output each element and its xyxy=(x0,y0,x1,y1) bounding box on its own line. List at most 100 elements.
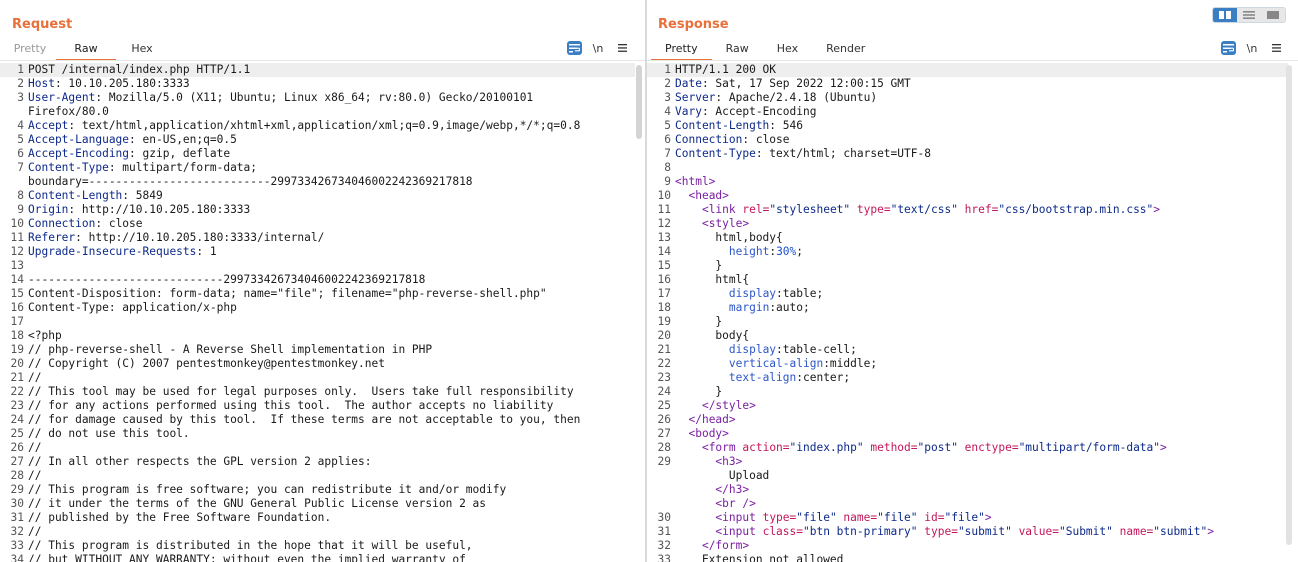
token: : close xyxy=(742,133,790,146)
request-line: 9 Origin: http://10.10.205.180:3333 xyxy=(0,203,635,217)
token: Extension not allowed xyxy=(675,553,844,562)
token: : text/html; charset=UTF-8 xyxy=(755,147,931,160)
token: <input xyxy=(715,525,763,538)
line-number: 18 xyxy=(657,301,671,314)
token: } xyxy=(675,315,723,328)
line-content: // published by the Free Software Founda… xyxy=(28,511,332,524)
line-number: 27 xyxy=(657,427,671,440)
request-line: 11 Referer: http://10.10.205.180:3333/int… xyxy=(0,231,635,245)
token: > xyxy=(1153,203,1161,216)
header-value: : close xyxy=(95,217,143,230)
request-tab-pretty[interactable]: Pretty xyxy=(4,38,56,61)
token: href= xyxy=(964,203,999,216)
request-tab-raw[interactable]: Raw xyxy=(56,38,116,61)
newline-toggle-button[interactable]: \n xyxy=(1244,40,1260,56)
response-line: 25 </style> xyxy=(647,399,1288,413)
line-content: // php-reverse-shell - A Reverse Shell i… xyxy=(28,343,433,356)
request-line: 34 // but WITHOUT ANY WARRANTY; without e… xyxy=(0,553,635,562)
hamburger-menu-icon[interactable] xyxy=(1268,40,1284,56)
response-line: 17 display:table; xyxy=(647,287,1288,301)
line-number: 18 xyxy=(10,329,24,342)
token: <form xyxy=(701,441,743,454)
hamburger-menu-icon[interactable] xyxy=(614,40,630,56)
top-bottom-layout-icon[interactable] xyxy=(1237,8,1261,22)
line-content: <head> xyxy=(675,189,1288,203)
response-line: 18 margin:auto; xyxy=(647,301,1288,315)
request-tab-hex[interactable]: Hex xyxy=(116,38,168,61)
token: "file" xyxy=(877,511,925,524)
request-line: Firefox/80.0 xyxy=(0,105,635,119)
line-number: 24 xyxy=(657,385,671,398)
single-pane-layout-icon[interactable] xyxy=(1261,8,1285,22)
response-line: 2 Date: Sat, 17 Sep 2022 12:00:15 GMT xyxy=(647,77,1288,91)
response-tab-raw[interactable]: Raw xyxy=(712,38,763,61)
token: margin xyxy=(728,301,770,314)
response-tab-render[interactable]: Render xyxy=(812,38,879,61)
response-tab-pretty[interactable]: Pretty xyxy=(651,38,712,61)
token: > xyxy=(984,511,992,524)
line-content: <?php xyxy=(28,329,62,342)
response-line: 5 Content-Length: 546 xyxy=(647,119,1288,133)
line-content: // for damage caused by this tool. If th… xyxy=(28,413,581,426)
token: Content-Type xyxy=(675,147,756,160)
token: <head> xyxy=(688,189,729,202)
wrap-lines-icon[interactable] xyxy=(567,41,582,55)
token: "multipart/form-data" xyxy=(1018,441,1161,454)
response-line: 23 text-align:center; xyxy=(647,371,1288,385)
response-line: 3 Server: Apache/2.4.18 (Ubuntu) xyxy=(647,91,1288,105)
response-tab-hex[interactable]: Hex xyxy=(763,38,812,61)
line-number: 2 xyxy=(17,77,24,90)
token: HTTP/1.1 200 OK xyxy=(675,63,777,76)
response-line: 29 <h3> xyxy=(647,455,1288,469)
response-scrollbar[interactable] xyxy=(1286,65,1292,545)
token: : 546 xyxy=(769,119,803,132)
response-editor[interactable]: 1 HTTP/1.1 200 OK 2 Date: Sat, 17 Sep 2022 … xyxy=(647,63,1288,562)
line-number: 14 xyxy=(10,273,24,286)
request-line: 33 // This program is distributed in the … xyxy=(0,539,635,553)
token: enctype= xyxy=(964,441,1019,454)
line-content: Firefox/80.0 xyxy=(28,105,109,118)
request-line: 12 Upgrade-Insecure-Requests: 1 xyxy=(0,245,635,259)
line-content: // but WITHOUT ANY WARRANTY; without eve… xyxy=(28,553,466,562)
token: : Apache/2.4.18 (Ubuntu) xyxy=(715,91,878,104)
line-content: } xyxy=(675,259,1288,273)
response-line: 22 vertical-align:middle; xyxy=(647,357,1288,371)
token: type= xyxy=(762,511,797,524)
token: : Accept-Encoding xyxy=(701,105,817,118)
response-line: 14 height:30%; xyxy=(647,245,1288,259)
line-number: 22 xyxy=(10,385,24,398)
token: } xyxy=(675,259,723,272)
line-content: // This tool may be used for legal purpo… xyxy=(28,385,574,398)
newline-toggle-button[interactable]: \n xyxy=(590,40,606,56)
line-number xyxy=(0,175,28,189)
line-number: 26 xyxy=(657,413,671,426)
layout-switch xyxy=(1212,7,1286,23)
token: vertical-align xyxy=(728,357,824,370)
side-by-side-layout-icon[interactable] xyxy=(1213,8,1237,22)
token: <html> xyxy=(675,175,716,188)
request-editor[interactable]: 1 POST /internal/index.php HTTP/1.1 2 Host:… xyxy=(0,63,635,562)
line-number: 12 xyxy=(657,217,671,230)
header-name: Connection xyxy=(28,217,96,230)
line-content: User-Agent: Mozilla/5.0 (X11; Ubuntu; Li… xyxy=(28,91,635,105)
token: </style> xyxy=(701,399,756,412)
response-line: 6 Connection: close xyxy=(647,133,1288,147)
line-content: display:table-cell; xyxy=(675,343,1288,357)
line-content: // xyxy=(28,371,42,384)
header-value: : http://10.10.205.180:3333/internal/ xyxy=(75,231,325,244)
line-number: 15 xyxy=(10,287,24,300)
line-content: <br /> xyxy=(675,497,1288,511)
request-line: 32 // xyxy=(0,525,635,539)
request-line: 31 // published by the Free Software Foun… xyxy=(0,511,635,525)
line-number: 8 xyxy=(664,161,671,174)
wrap-lines-icon[interactable] xyxy=(1221,41,1236,55)
request-scrollbar[interactable] xyxy=(636,65,642,139)
line-content: display:table; xyxy=(675,287,1288,301)
token: ; xyxy=(796,245,804,258)
line-number: 1 xyxy=(17,63,24,76)
